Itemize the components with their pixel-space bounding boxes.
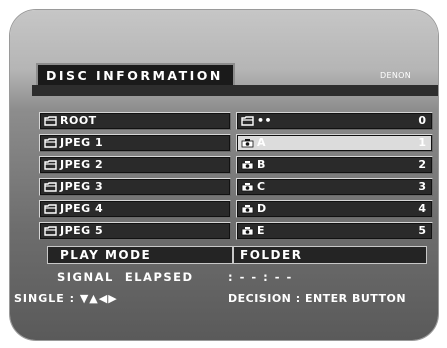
folder-icon xyxy=(44,138,57,148)
folder-row-jpeg1[interactable]: JPEG 1 xyxy=(39,134,231,152)
file-row-d[interactable]: D 4 xyxy=(236,200,433,218)
file-index: 0 xyxy=(418,114,426,127)
file-label: E xyxy=(257,224,266,237)
file-row-c[interactable]: C 3 xyxy=(236,178,433,196)
camera-icon xyxy=(241,161,254,170)
camera-icon xyxy=(241,227,254,236)
folder-icon xyxy=(44,204,57,214)
file-row-parent[interactable]: •• 0 xyxy=(236,112,433,130)
disc-info-title: DISC INFORMATION xyxy=(36,63,235,87)
folder-label: JPEG 1 xyxy=(60,136,104,149)
file-label: •• xyxy=(257,114,273,127)
play-mode-label: PLAY MODE xyxy=(47,246,233,264)
signal-elapsed-value: : - - : - - xyxy=(228,270,293,284)
footer-navigation-hint: SINGLE : ▼▲◀▶ xyxy=(14,292,118,305)
camera-icon xyxy=(241,183,254,192)
folder-row-jpeg4[interactable]: JPEG 4 xyxy=(39,200,231,218)
file-index: 3 xyxy=(418,180,426,193)
folder-icon xyxy=(44,116,57,126)
play-mode-value[interactable]: FOLDER xyxy=(233,246,427,264)
camera-icon xyxy=(241,139,254,148)
folder-row-root[interactable]: ROOT xyxy=(39,112,231,130)
folder-icon xyxy=(241,116,254,126)
folder-label: JPEG 4 xyxy=(60,202,104,215)
file-row-b[interactable]: B 2 xyxy=(236,156,433,174)
file-index: 5 xyxy=(418,224,426,237)
file-label: B xyxy=(257,158,266,171)
folder-icon xyxy=(44,226,57,236)
file-label: C xyxy=(257,180,266,193)
footer-decision-hint: DECISION : ENTER BUTTON xyxy=(228,292,407,305)
camera-icon xyxy=(241,205,254,214)
folder-label: JPEG 2 xyxy=(60,158,104,171)
file-label: A xyxy=(257,136,267,149)
folder-label: JPEG 3 xyxy=(60,180,104,193)
file-index: 2 xyxy=(418,158,426,171)
file-row-a[interactable]: A 1 xyxy=(236,134,433,152)
file-label: D xyxy=(257,202,267,215)
folder-label: JPEG 5 xyxy=(60,224,104,237)
folder-row-jpeg2[interactable]: JPEG 2 xyxy=(39,156,231,174)
disc-info-screen: DISC INFORMATION DENON ROOT JPEG 1 JPEG … xyxy=(10,10,438,340)
file-row-e[interactable]: E 5 xyxy=(236,222,433,240)
file-index: 1 xyxy=(418,136,426,149)
folder-row-jpeg3[interactable]: JPEG 3 xyxy=(39,178,231,196)
brand-logo: DENON xyxy=(380,71,411,80)
folder-icon xyxy=(44,182,57,192)
folder-label: ROOT xyxy=(60,114,97,127)
file-index: 4 xyxy=(418,202,426,215)
signal-elapsed-label: SIGNAL ELAPSED xyxy=(57,270,194,284)
folder-icon xyxy=(44,160,57,170)
folder-row-jpeg5[interactable]: JPEG 5 xyxy=(39,222,231,240)
header-bar xyxy=(32,85,438,96)
